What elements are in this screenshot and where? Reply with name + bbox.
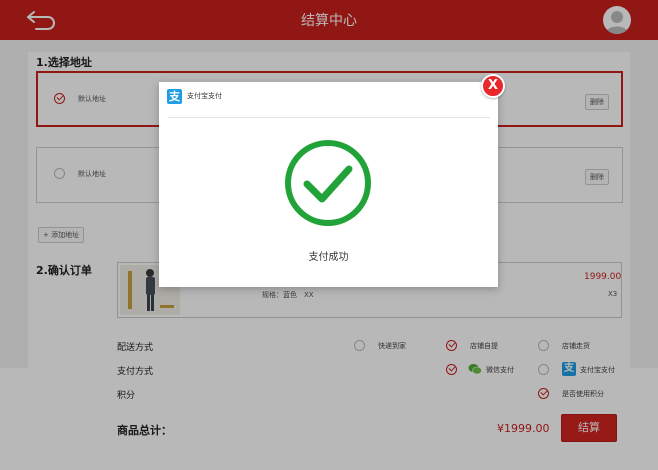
payment-result-modal: 支 支付宝支付 支付成功 <box>159 82 498 287</box>
modal-divider <box>168 117 490 118</box>
success-check-icon <box>285 140 371 226</box>
modal-title: 支付宝支付 <box>187 92 222 100</box>
success-message: 支付成功 <box>308 252 349 263</box>
close-modal-button[interactable]: X <box>481 74 505 98</box>
alipay-logo-icon: 支 <box>167 89 182 104</box>
